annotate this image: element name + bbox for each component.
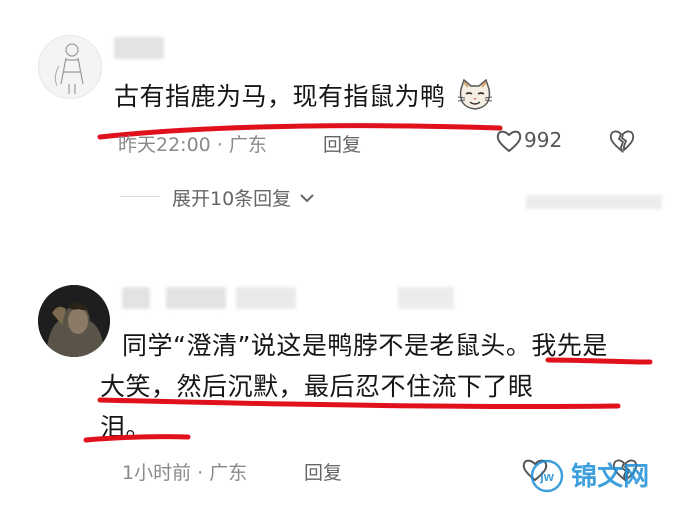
- watermark-text: 锦文网: [571, 462, 650, 492]
- jw-logo-icon: jw: [530, 459, 564, 493]
- comment-location: 广东: [209, 462, 248, 484]
- comment-time: 1小时前: [122, 462, 192, 484]
- comment-meta: 1小时前 · 广东: [122, 458, 247, 485]
- highlight-underline: [83, 357, 653, 443]
- reply-button[interactable]: 回复: [304, 458, 342, 485]
- svg-text:jw: jw: [539, 469, 555, 484]
- meta-separator: ·: [191, 462, 210, 484]
- watermark: jw 锦文网: [530, 456, 649, 493]
